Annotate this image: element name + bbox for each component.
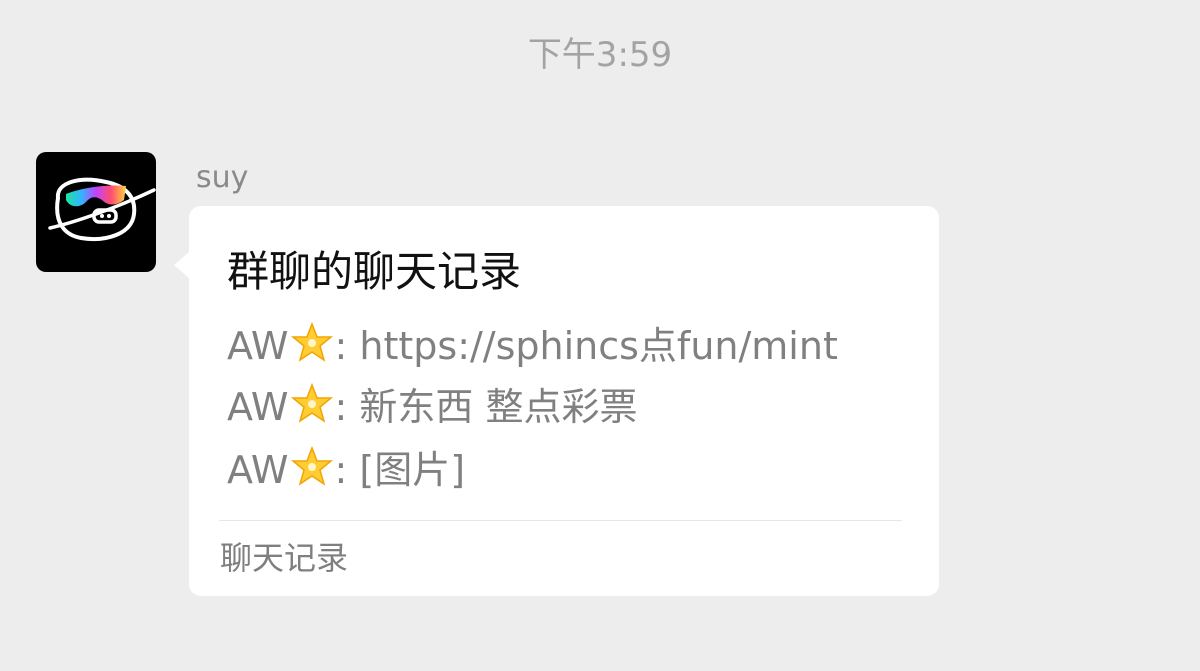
- star-icon: [290, 445, 334, 501]
- card-divider: [219, 520, 902, 521]
- history-line-text: 新东西 整点彩票: [359, 385, 638, 429]
- history-line-text: https://sphincs点fun/mint: [359, 324, 838, 368]
- history-line-author: AW: [227, 385, 289, 429]
- history-line-author: AW: [227, 324, 289, 368]
- card-footer-label: 聊天记录: [220, 539, 349, 577]
- history-line-separator: :: [334, 324, 360, 368]
- sender-name: suy: [196, 160, 249, 195]
- history-line-text: [图片]: [359, 448, 466, 492]
- message-timestamp: 下午3:59: [527, 35, 673, 75]
- sender-avatar[interactable]: [36, 152, 156, 272]
- history-line: AW: https://sphincs点fun/mint: [227, 321, 838, 377]
- history-line-author: AW: [227, 448, 289, 492]
- chat-history-card[interactable]: 群聊的聊天记录 AW: https://sphincs点fun/mint AW:…: [189, 206, 939, 596]
- bubble-tail: [174, 251, 190, 279]
- history-line: AW: 新东西 整点彩票: [227, 382, 637, 438]
- star-icon: [290, 321, 334, 377]
- card-title: 群聊的聊天记录: [227, 247, 522, 296]
- history-line: AW: [图片]: [227, 445, 465, 501]
- sunglasses-doodle-avatar-icon: [48, 177, 156, 241]
- star-icon: [290, 382, 334, 438]
- history-line-separator: :: [334, 448, 360, 492]
- history-line-separator: :: [334, 385, 360, 429]
